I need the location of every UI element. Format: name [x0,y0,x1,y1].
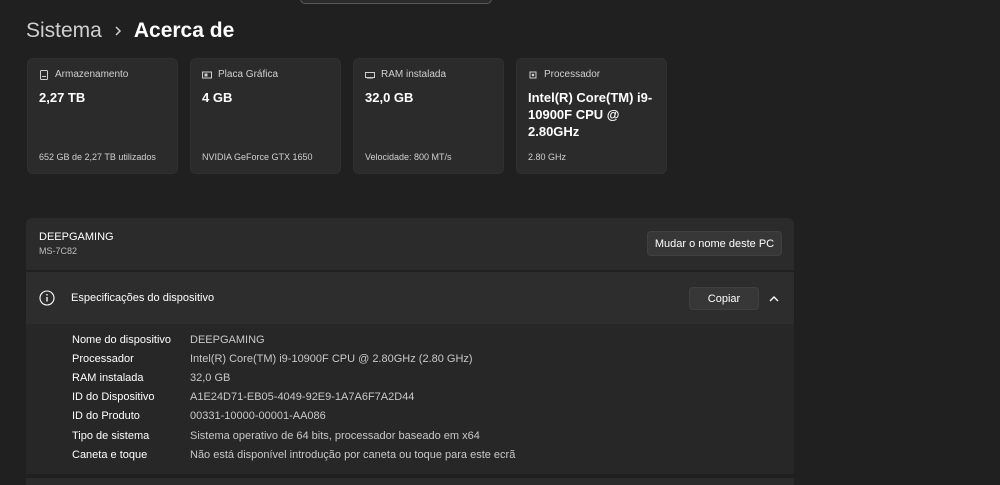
next-section-edge[interactable] [26,478,794,485]
spec-value: DEEPGAMING [190,334,265,346]
spec-label: ID do Dispositivo [72,391,155,403]
chevron-right-icon [102,25,134,37]
processor-icon [528,70,538,80]
spec-value: 00331-10000-00001-AA086 [190,410,326,422]
spec-label: Processador [72,353,134,365]
spec-value: Não está disponível introdução por canet… [190,449,516,461]
gpu-card[interactable]: Placa Gráfica 4 GB NVIDIA GeForce GTX 16… [190,58,341,174]
device-specs-body: Nome do dispositivo DEEPGAMING Processad… [26,324,794,474]
device-specs-title: Especificações do dispositivo [71,292,215,304]
card-subtitle: 2.80 GHz [528,152,567,162]
card-value: Intel(R) Core(TM) i9-10900F CPU @ 2.80GH… [528,90,653,139]
spec-row: RAM instalada 32,0 GB [72,371,230,385]
card-subtitle: 652 GB de 2,27 TB utilizados [39,152,156,162]
pc-name-section: DEEPGAMING MS-7C82 Mudar o nome deste PC [26,218,794,270]
card-subtitle: NVIDIA GeForce GTX 1650 [202,152,313,162]
spec-row: ID do Produto 00331-10000-00001-AA086 [72,409,326,423]
rename-pc-button[interactable]: Mudar o nome deste PC [647,231,782,256]
storage-card[interactable]: Armazenamento 2,27 TB 652 GB de 2,27 TB … [27,58,178,174]
ram-icon [365,70,375,80]
gpu-icon [202,70,212,80]
card-title: Processador [544,69,601,80]
pc-model: MS-7C82 [39,246,78,256]
spec-row: Tipo de sistema Sistema operativo de 64 … [72,429,480,443]
spec-value: 32,0 GB [190,372,231,384]
breadcrumb-parent[interactable]: Sistema [26,19,102,43]
spec-value: Intel(R) Core(TM) i9-10900F CPU @ 2.80GH… [190,353,473,365]
card-title: RAM instalada [381,69,447,80]
spec-row: Processador Intel(R) Core(TM) i9-10900F … [72,352,473,366]
card-title: Placa Gráfica [218,69,279,80]
info-icon [39,290,55,306]
card-value: 4 GB [202,90,233,105]
processor-card[interactable]: Processador Intel(R) Core(TM) i9-10900F … [516,58,667,174]
spec-value: A1E24D71-EB05-4049-92E9-1A7A6F7A2D44 [190,391,415,403]
card-title: Armazenamento [55,69,129,80]
pc-name: DEEPGAMING [39,231,114,243]
card-subtitle: Velocidade: 800 MT/s [365,152,452,162]
spec-label: Tipo de sistema [72,430,150,442]
spec-row: Nome do dispositivo DEEPGAMING [72,333,265,347]
card-value: 2,27 TB [39,90,86,105]
spec-row: ID do Dispositivo A1E24D71-EB05-4049-92E… [72,390,414,404]
spec-label: RAM instalada [72,372,144,384]
spec-label: Caneta e toque [72,449,148,461]
spec-value: Sistema operativo de 64 bits, processado… [190,430,480,442]
storage-icon [39,69,49,80]
card-value: 32,0 GB [365,90,414,105]
spec-row: Caneta e toque Não está disponível intro… [72,448,515,462]
chevron-up-icon[interactable] [768,292,780,304]
spec-label: Nome do dispositivo [72,334,172,346]
search-box-edge[interactable] [300,0,492,4]
page-title: Acerca de [133,19,235,42]
ram-card[interactable]: RAM instalada 32,0 GB Velocidade: 800 MT… [353,58,504,174]
copy-button[interactable]: Copiar [689,287,759,310]
device-specs-header[interactable]: Especificações do dispositivo Copiar [26,272,794,324]
spec-label: ID do Produto [72,410,140,422]
breadcrumb: Sistema Acerca de [26,16,234,46]
